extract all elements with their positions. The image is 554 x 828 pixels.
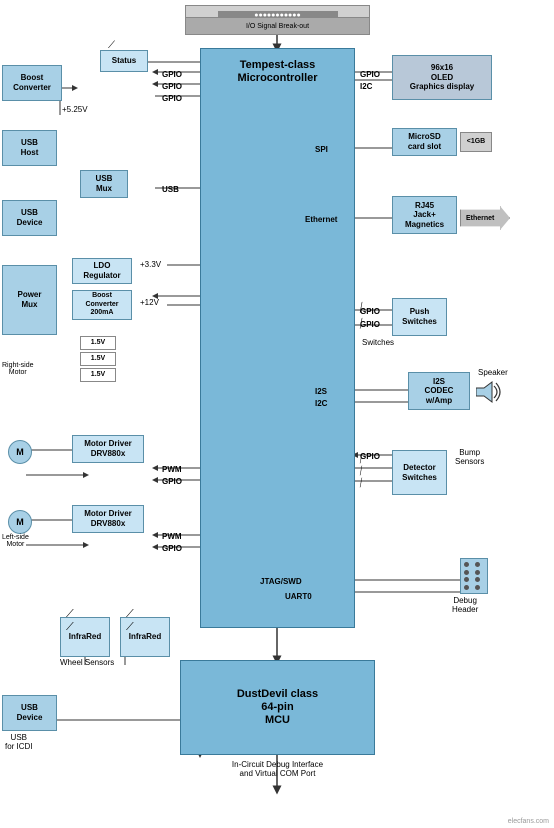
rj45-block: RJ45Jack+Magnetics <box>392 196 457 234</box>
v2-block: 1.5V <box>80 352 116 366</box>
right-motor-label: Right-sideMotor <box>2 362 34 376</box>
watermark: elecfans.com <box>508 818 549 825</box>
usb-device-top-block: USBDevice <box>2 200 57 236</box>
detector-switches-block: DetectorSwitches <box>392 450 447 495</box>
status-block: Status <box>100 50 148 72</box>
mcu-main-block: Tempest-classMicrocontroller <box>200 48 355 628</box>
i2c2-label: I2C <box>315 399 327 408</box>
switch5-icon: ⟋ <box>356 477 368 490</box>
v1-block: 1.5V <box>80 336 116 350</box>
block-diagram: ●●●●●●●●●●● I/O Signal Break-out Status … <box>0 0 554 828</box>
usb-mux-block: USBMux <box>80 170 128 198</box>
v525-label: +5.25V <box>62 105 88 114</box>
gpio-m1-label: GPIO <box>162 477 182 486</box>
debug-interface-label: In-Circuit Debug Interfaceand Virtual CO… <box>170 760 385 778</box>
debug-header-block <box>460 558 488 594</box>
ldo-block: LDORegulator <box>72 258 132 284</box>
oled-block: 96x16OLEDGraphics display <box>392 55 492 100</box>
speaker-icon <box>476 380 504 407</box>
v33-label: +3.3V <box>140 260 161 269</box>
usb-icdi-label: USBfor ICDI <box>5 733 33 751</box>
i2c-label: I2C <box>360 82 372 91</box>
boost-200ma-block: BoostConverter200mA <box>72 290 132 320</box>
motor-driver1-block: Motor DriverDRV880x <box>72 435 144 463</box>
gpio1-label: GPIO <box>162 70 182 79</box>
gpio3-label: GPIO <box>162 94 182 103</box>
i2s-codec-block: I2SCODECw/Amp <box>408 372 470 410</box>
ethernet-arrow: Ethernet <box>460 206 510 230</box>
bump-sensors-label: BumpSensors <box>455 448 484 466</box>
pwm1-label: PWM <box>162 465 182 474</box>
motor2-symbol: M <box>8 510 32 534</box>
motor1-symbol: M <box>8 440 32 464</box>
v3-block: 1.5V <box>80 368 116 382</box>
spi-label: SPI <box>315 145 328 154</box>
motor-driver2-block: Motor DriverDRV880x <box>72 505 144 533</box>
status-switch-icon: ⟋ <box>108 40 115 51</box>
usb-label: USB <box>162 185 179 194</box>
gpio4-label: GPIO <box>360 70 380 79</box>
jtag-label: JTAG/SWD <box>260 577 302 586</box>
gpio2-label: GPIO <box>162 82 182 91</box>
ethernet-label: Ethernet <box>305 215 337 224</box>
infrared2-icon: ⟋⟋ <box>126 608 134 634</box>
boost-converter-top-block: BoostConverter <box>2 65 62 101</box>
debug-header-label: DebugHeader <box>452 596 478 614</box>
speaker-label: Speaker <box>478 368 508 377</box>
gpio-m2-label: GPIO <box>162 544 182 553</box>
power-mux-block: PowerMux <box>2 265 57 335</box>
v12-label: +12V <box>140 298 159 307</box>
usb-device-bottom-block: USBDevice <box>2 695 57 731</box>
pwm2-label: PWM <box>162 532 182 541</box>
microsd-block: MicroSDcard slot <box>392 128 457 156</box>
usb-host-block: USBHost <box>2 130 57 166</box>
io-breakout-label: I/O Signal Break-out <box>246 23 309 30</box>
sd-1gb-block: <1GB <box>460 132 492 152</box>
push-switches-block: PushSwitches <box>392 298 447 336</box>
left-motor-label: Left-sideMotor <box>2 534 29 548</box>
i2s-label: I2S <box>315 387 327 396</box>
infrared1-icon: ⟋⟋ <box>66 608 74 634</box>
uart-label: UART0 <box>285 592 312 601</box>
dustdevil-mcu-block: DustDevil class64-pinMCU <box>180 660 375 755</box>
wheel-sensors-label: Wheel Sensors <box>60 658 114 667</box>
switches-label: Switches <box>362 338 394 347</box>
